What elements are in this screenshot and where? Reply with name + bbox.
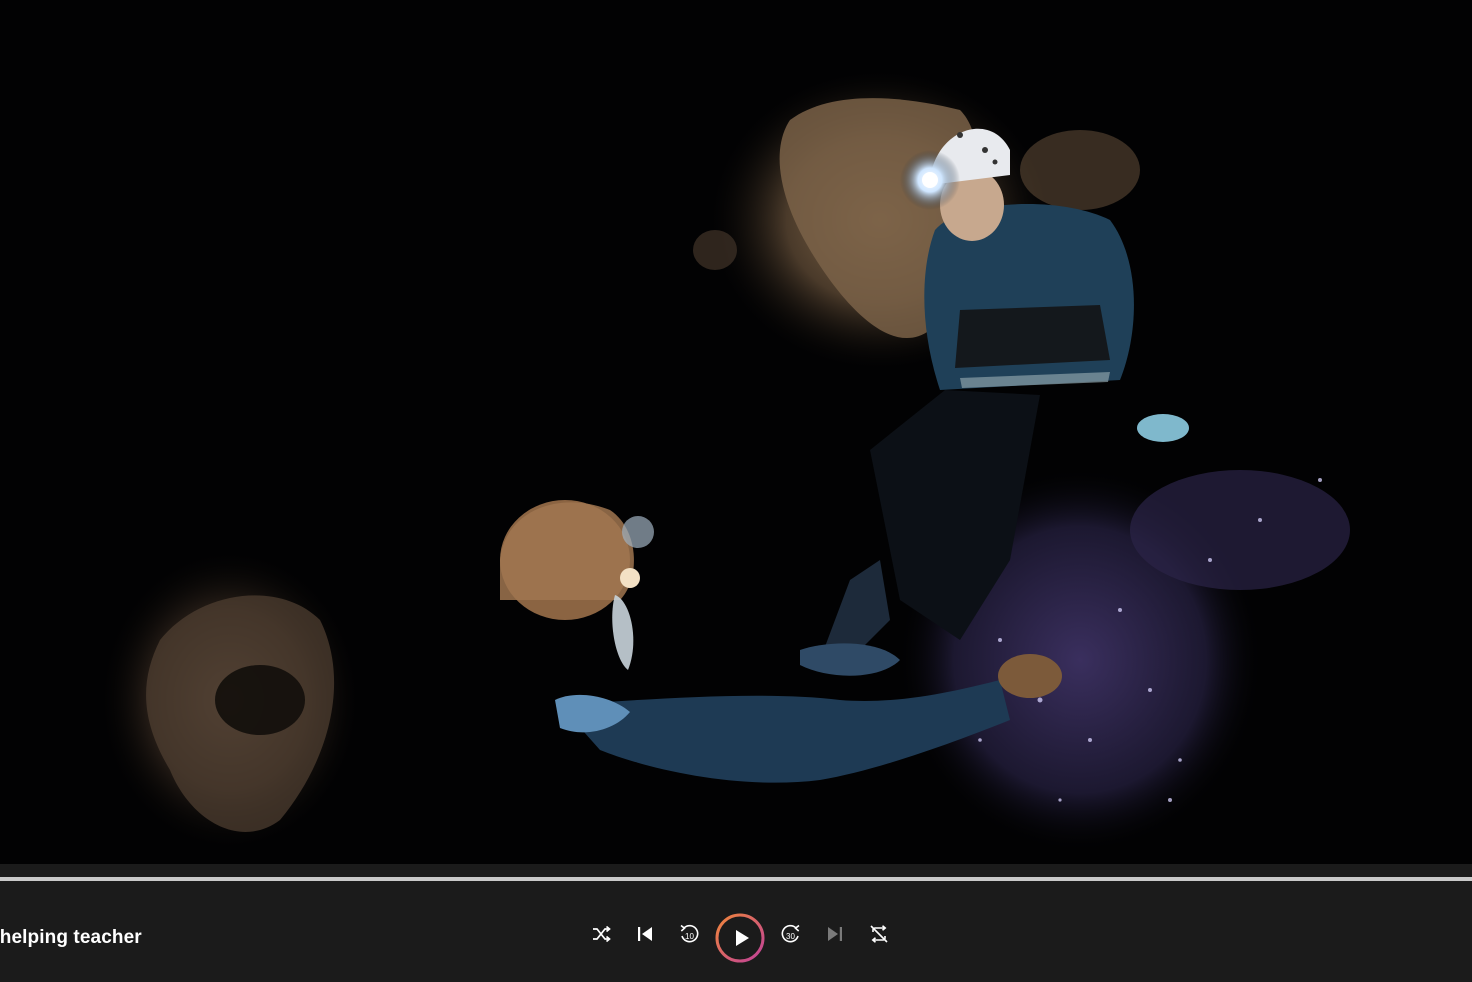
shuffle-button[interactable] — [587, 920, 615, 948]
seek-bar[interactable] — [0, 877, 1472, 881]
forward-30-icon: 30 — [781, 924, 800, 943]
shuffle-icon — [593, 925, 611, 943]
transport-controls: t helping teacher 10 30 — [0, 886, 1472, 982]
next-button[interactable] — [821, 920, 849, 948]
video-scene — [0, 0, 1472, 866]
skip-previous-icon — [638, 927, 652, 941]
seek-bar-container — [0, 864, 1472, 886]
forward-30-button[interactable]: 30 — [777, 920, 805, 948]
play-button[interactable] — [715, 913, 765, 963]
video-frame[interactable] — [0, 0, 1472, 866]
rewind-label: 10 — [685, 932, 694, 941]
rewind-10-button[interactable]: 10 — [675, 920, 703, 948]
skip-next-icon — [828, 927, 842, 941]
forward-label: 30 — [786, 932, 795, 941]
previous-button[interactable] — [631, 920, 659, 948]
play-icon — [736, 930, 749, 946]
seek-bar-progress — [0, 877, 1472, 881]
repeat-button[interactable] — [865, 920, 893, 948]
rewind-10-icon: 10 — [680, 924, 699, 943]
media-title: t helping teacher — [0, 927, 142, 948]
repeat-off-icon — [870, 925, 888, 943]
media-player-window: t helping teacher 10 30 — [0, 0, 1472, 982]
